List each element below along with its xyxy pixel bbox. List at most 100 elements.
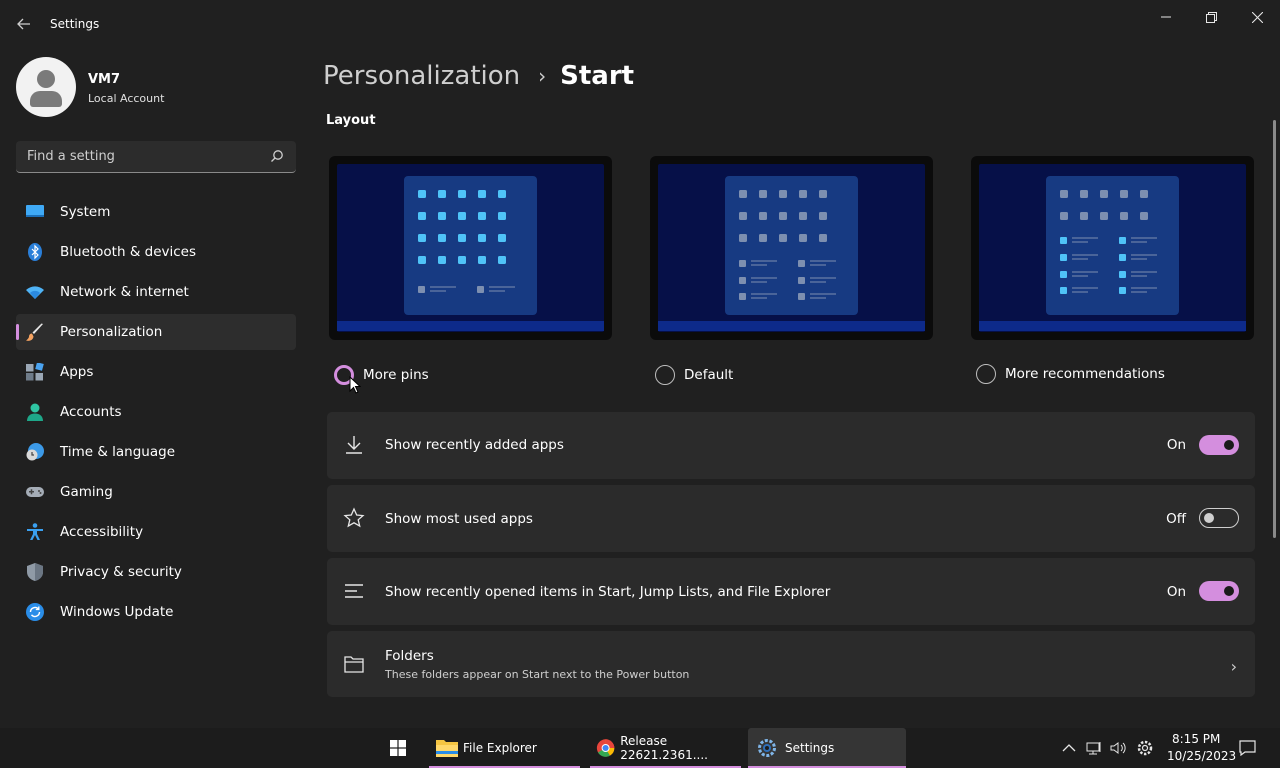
system-tray (1062, 728, 1153, 768)
taskbar-label: Settings (785, 741, 835, 755)
folder-icon (344, 656, 364, 673)
system-icon (26, 205, 44, 217)
sidebar-item-bluetooth[interactable]: Bluetooth & devices (16, 234, 296, 270)
sidebar-nav: System Bluetooth & devices Network & int… (16, 194, 296, 634)
network-icon[interactable] (1086, 740, 1102, 756)
list-icon (345, 584, 363, 598)
start-menu-preview-default (739, 190, 836, 300)
notification-center-button[interactable] (1236, 728, 1258, 768)
taskbar-chrome[interactable]: Release 22621.2361.... (590, 728, 741, 768)
clock-time[interactable]: 8:15 PM (1172, 732, 1220, 746)
sidebar-item-apps[interactable]: Apps (16, 354, 296, 390)
taskbar-file-explorer[interactable]: File Explorer (429, 728, 580, 768)
chevron-up-icon[interactable] (1062, 743, 1076, 753)
layout-preview-default[interactable] (650, 156, 933, 340)
default-label: Default (684, 367, 734, 383)
layout-option-default[interactable]: Default (655, 364, 733, 386)
sidebar-item-windows-update[interactable]: Windows Update (16, 594, 296, 630)
minimize-button[interactable] (1146, 4, 1186, 30)
gamepad-icon (26, 487, 44, 497)
sidebar-item-system[interactable]: System (16, 194, 296, 230)
start-button[interactable] (382, 728, 414, 768)
sidebar-item-network[interactable]: Network & internet (16, 274, 296, 310)
taskbar-settings[interactable]: Settings (748, 728, 906, 768)
window-title: Settings (50, 17, 100, 31)
setting-label: Folders (385, 648, 434, 664)
back-button[interactable] (10, 10, 38, 38)
settings-gear-app-icon (758, 739, 776, 757)
sidebar-item-label: Time & language (60, 444, 176, 460)
setting-label: Show recently opened items in Start, Jum… (385, 584, 831, 600)
person-icon (27, 403, 43, 421)
mouse-cursor-icon (349, 376, 361, 394)
clock-date[interactable]: 10/25/2023 (1167, 749, 1236, 763)
title-bar: Settings (0, 0, 1280, 48)
toggle-state-label: On (1166, 437, 1186, 453)
accessibility-icon (27, 523, 43, 540)
recently-opened-items-toggle[interactable] (1199, 581, 1239, 601)
sidebar-item-label: Network & internet (60, 284, 189, 300)
taskbar-label: Release 22621.2361.... (620, 734, 708, 762)
sidebar-item-label: Gaming (60, 484, 113, 500)
sidebar-item-accessibility[interactable]: Accessibility (16, 514, 296, 550)
search-placeholder: Find a setting (27, 149, 115, 164)
recently-added-apps-toggle[interactable] (1199, 435, 1239, 455)
taskbar: File Explorer Release 22621.2361.... Set… (0, 728, 1280, 768)
setting-folders[interactable]: Folders These folders appear on Start ne… (327, 631, 1255, 697)
layout-option-more-recommendations[interactable]: More recommendations (976, 363, 1165, 385)
folder-app-icon (436, 740, 458, 757)
sidebar-item-time-language[interactable]: Time & language (16, 434, 296, 470)
layout-preview-more-pins[interactable] (329, 156, 612, 340)
gear-icon[interactable] (1137, 740, 1153, 756)
setting-show-most-used-apps: Show most used apps Off (327, 485, 1255, 552)
update-icon (26, 603, 44, 621)
minimize-icon (1161, 16, 1171, 18)
setting-show-recently-added-apps: Show recently added apps On (327, 412, 1255, 479)
taskbar-label: File Explorer (463, 741, 537, 755)
apps-icon (26, 363, 44, 381)
sidebar-item-accounts[interactable]: Accounts (16, 394, 296, 430)
breadcrumb-parent[interactable]: Personalization (323, 61, 520, 91)
close-icon (1251, 11, 1263, 23)
sidebar-item-personalization[interactable]: Personalization (16, 314, 296, 350)
paintbrush-icon (26, 323, 43, 341)
download-icon (346, 436, 362, 454)
sidebar-item-gaming[interactable]: Gaming (16, 474, 296, 510)
scrollbar[interactable] (1273, 120, 1276, 538)
sidebar-item-label: Accounts (60, 404, 122, 420)
wifi-icon (26, 286, 44, 299)
restore-icon (1205, 11, 1217, 23)
sidebar-item-label: Apps (60, 364, 94, 380)
sidebar-item-label: Privacy & security (60, 564, 182, 580)
user-profile[interactable]: VM7 Local Account (16, 57, 296, 119)
sidebar-item-privacy[interactable]: Privacy & security (16, 554, 296, 590)
start-menu-preview-more-pins (418, 190, 515, 293)
volume-icon[interactable] (1110, 740, 1127, 756)
search-input[interactable]: Find a setting (16, 141, 296, 173)
more-pins-label: More pins (363, 367, 429, 383)
sidebar-item-label: Bluetooth & devices (60, 244, 197, 260)
notification-icon (1238, 740, 1256, 756)
toggle-state-label: Off (1166, 511, 1186, 527)
most-used-apps-toggle[interactable] (1199, 508, 1239, 528)
star-icon (343, 507, 365, 528)
sidebar-item-label: System (60, 204, 111, 220)
restore-button[interactable] (1191, 4, 1231, 30)
setting-description: These folders appear on Start next to th… (385, 668, 690, 681)
default-radio[interactable] (655, 365, 675, 385)
more-recommendations-radio[interactable] (976, 364, 996, 384)
profile-name: VM7 (88, 72, 121, 87)
chevron-right-icon: › (1230, 657, 1237, 676)
start-menu-preview-more-recommendations (1060, 190, 1157, 294)
breadcrumb: Personalization › Start (323, 58, 634, 94)
close-button[interactable] (1237, 4, 1277, 30)
bluetooth-icon (28, 243, 42, 261)
sidebar-item-label: Personalization (60, 324, 163, 340)
breadcrumb-separator: › (538, 64, 547, 88)
layout-preview-more-recommendations[interactable] (971, 156, 1254, 340)
globe-clock-icon (26, 443, 44, 461)
toggle-state-label: On (1166, 584, 1186, 600)
search-icon (271, 150, 283, 162)
back-arrow-icon (17, 18, 30, 30)
more-recommendations-label: More recommendations (1005, 366, 1165, 382)
